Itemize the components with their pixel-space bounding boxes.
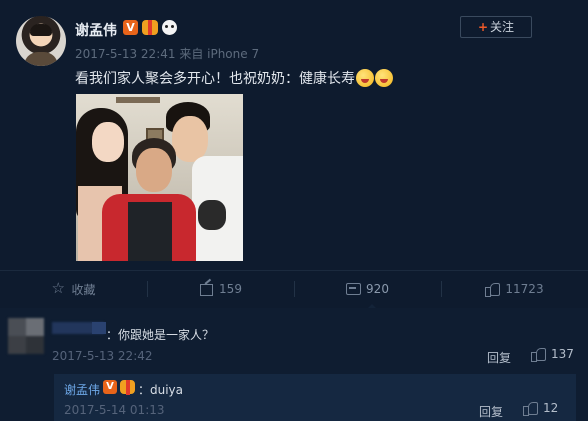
plus-icon: +	[477, 20, 489, 34]
reply-like-button[interactable]: 12	[523, 401, 559, 416]
favorite-button[interactable]: 收藏	[0, 271, 147, 307]
comment-icon	[346, 282, 362, 296]
panda-badge-icon[interactable]	[162, 20, 177, 35]
thumbs-up-icon	[531, 347, 546, 362]
avatar-hair	[30, 24, 52, 36]
repost-button[interactable]: 159	[147, 271, 294, 307]
photo-wall-frame	[116, 97, 160, 103]
photo-grandma-face	[136, 148, 172, 192]
post-photo[interactable]	[76, 94, 243, 261]
smile-emoji-icon	[356, 69, 374, 87]
comment-reply-button[interactable]: 回复	[487, 349, 511, 366]
reply-text: ：duiya	[138, 383, 184, 397]
gift-badge-icon[interactable]	[120, 380, 135, 395]
comment-time: 2017-5-13 22:42	[52, 349, 153, 363]
author-badges: V	[123, 20, 177, 35]
commenter-avatar[interactable]	[8, 318, 44, 354]
post-text-content: 看我们家人聚会多开心！也祝奶奶：健康长寿	[75, 71, 355, 87]
like-count: 11723	[505, 282, 544, 296]
comment-button[interactable]: 920	[294, 271, 441, 307]
favorite-label: 收藏	[71, 282, 96, 297]
share-icon	[199, 282, 214, 296]
thumbs-up-icon	[523, 401, 538, 416]
comment-count: 920	[366, 282, 389, 296]
like-button[interactable]: 11723	[441, 271, 588, 307]
comment-like-button[interactable]: 137	[531, 347, 574, 362]
commenter-name-redacted	[92, 322, 106, 334]
author-name[interactable]: 谢孟伟	[75, 20, 117, 40]
follow-button[interactable]: + 关注	[460, 16, 532, 38]
post-actions-bar: 收藏 159 920 11723	[0, 271, 588, 307]
comment-like-count: 137	[551, 347, 574, 361]
reply-author-badges: V	[103, 380, 135, 395]
avatar-mosaic	[8, 318, 26, 336]
thumbs-up-icon	[485, 282, 501, 297]
avatar-mosaic	[26, 318, 44, 336]
avatar-mosaic	[26, 336, 44, 354]
reply-time: 2017-5-14 01:13	[64, 403, 165, 417]
reply-like-count: 12	[543, 401, 559, 415]
comment-text: ：你跟她是一家人？	[106, 328, 215, 342]
reply-author-name[interactable]: 谢孟伟	[64, 381, 100, 398]
photo-man-face	[172, 116, 208, 162]
post-meta: 2017-5-13 22:41 来自 iPhone 7	[75, 47, 260, 61]
photo-grandma-shirt	[128, 202, 172, 261]
repost-count: 159	[219, 282, 242, 296]
author-avatar[interactable]	[16, 16, 66, 66]
kiss-emoji-icon	[375, 69, 393, 87]
weibo-post: 谢孟伟 V 2017-5-13 22:41 来自 iPhone 7 + 关注 看我…	[0, 0, 588, 421]
gift-badge-icon[interactable]	[142, 20, 158, 35]
avatar-shirt	[24, 52, 58, 66]
photo-woman-face	[92, 122, 124, 162]
verified-badge-icon[interactable]: V	[103, 380, 117, 394]
reply-reply-button[interactable]: 回复	[479, 403, 503, 420]
post-text: 看我们家人聚会多开心！也祝奶奶：健康长寿	[75, 68, 393, 88]
follow-label: 关注	[490, 20, 515, 34]
verified-badge-icon[interactable]: V	[123, 20, 138, 35]
photo-man-shirt-print	[198, 200, 226, 230]
star-icon	[51, 279, 65, 297]
